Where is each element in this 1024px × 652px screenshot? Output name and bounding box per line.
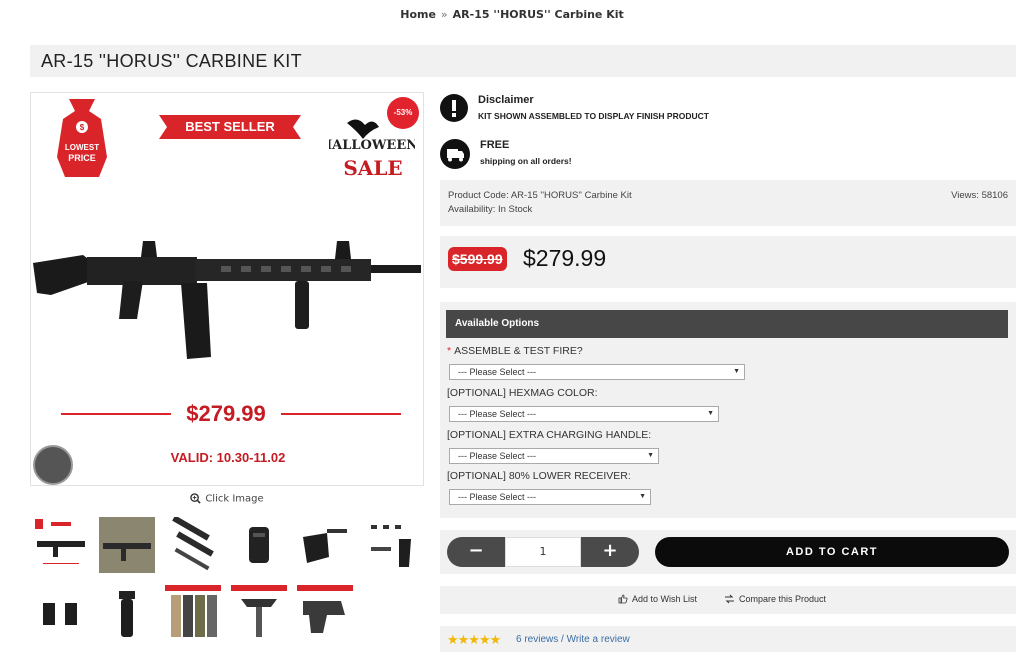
compare-arrows-icon bbox=[725, 594, 734, 604]
select-value: --- Please Select --- bbox=[458, 451, 537, 461]
views-count: Views: 58106 bbox=[951, 190, 1008, 201]
old-price: $599.99 bbox=[448, 247, 507, 271]
breadcrumb: Home » AR-15 ''HORUS'' Carbine Kit bbox=[0, 8, 1024, 21]
breadcrumb-home-link[interactable]: Home bbox=[400, 8, 436, 21]
breadcrumb-current[interactable]: AR-15 ''HORUS'' Carbine Kit bbox=[453, 8, 624, 21]
dropdown-arrow-icon: ▼ bbox=[639, 493, 646, 500]
thumbnail-vertical-grip-icon bbox=[119, 591, 135, 637]
disclaimer-text: KIT SHOWN ASSEMBLED TO DISPLAY FINISH PR… bbox=[478, 111, 709, 121]
option-label-text: [OPTIONAL] 80% LOWER RECEIVER: bbox=[447, 470, 631, 482]
thumbnail-rifle-camo-icon bbox=[99, 517, 155, 573]
rifle-image bbox=[33, 241, 421, 359]
product-title-bar: AR-15 ''HORUS'' CARBINE KIT bbox=[30, 45, 1016, 77]
thumbs-up-icon bbox=[618, 594, 628, 604]
reviews-separator: / bbox=[558, 634, 567, 645]
thumbnail-7[interactable] bbox=[30, 582, 92, 644]
thumbnail-rifle-promo-icon bbox=[35, 519, 85, 564]
select-value: --- Please Select --- bbox=[458, 492, 537, 502]
page-title: AR-15 ''HORUS'' CARBINE KIT bbox=[41, 51, 302, 71]
lowest-price-tag-icon: $ LOWEST PRICE bbox=[57, 99, 107, 177]
thumbnail-4[interactable] bbox=[228, 514, 290, 576]
price-label: PRICE bbox=[68, 153, 96, 163]
svg-text:$: $ bbox=[80, 123, 85, 132]
product-meta: Product Code: AR-15 ''HORUS'' Carbine Ki… bbox=[440, 180, 1016, 226]
thumbnail-2[interactable] bbox=[96, 514, 158, 576]
thumbnail-charging-handle-icon bbox=[231, 585, 287, 637]
write-review-link[interactable]: Write a review bbox=[567, 634, 630, 645]
thumbnail-lower-receiver-icon bbox=[297, 585, 353, 633]
disclaimer-block: Disclaimer KIT SHOWN ASSEMBLED TO DISPLA… bbox=[440, 94, 709, 122]
thumbnail-3[interactable] bbox=[162, 514, 224, 576]
product-code: Product Code: AR-15 ''HORUS'' Carbine Ki… bbox=[448, 190, 632, 201]
quantity-increase-button[interactable]: + bbox=[581, 537, 639, 567]
thumbnail-5[interactable] bbox=[294, 514, 356, 576]
free-shipping-block: FREE shipping on all orders! bbox=[440, 139, 572, 169]
option-label-hexmag: [OPTIONAL] HEXMAG COLOR: bbox=[447, 387, 598, 399]
assemble-select[interactable]: --- Please Select --- ▼ bbox=[449, 364, 745, 380]
best-seller-banner: BEST SELLER bbox=[159, 115, 301, 139]
quantity-decrease-button[interactable]: − bbox=[447, 537, 505, 567]
sale-label: SALE bbox=[343, 156, 402, 180]
quantity-input[interactable]: 1 bbox=[505, 537, 581, 567]
required-marker: * bbox=[447, 345, 452, 357]
reviews-links: 6 reviews / Write a review bbox=[516, 634, 630, 645]
add-to-wishlist-link[interactable]: Add to Wish List bbox=[618, 594, 697, 604]
select-value: --- Please Select --- bbox=[458, 409, 537, 419]
wishlist-label: Add to Wish List bbox=[632, 594, 698, 604]
option-label-text: [OPTIONAL] HEXMAG COLOR: bbox=[447, 387, 598, 399]
dropdown-arrow-icon: ▼ bbox=[733, 368, 740, 375]
options-header: Available Options bbox=[446, 310, 1008, 338]
charging-handle-select[interactable]: --- Please Select --- ▼ bbox=[449, 448, 659, 464]
wishlist-compare-bar: Add to Wish List Compare this Product bbox=[440, 586, 1016, 614]
free-shipping-text: shipping on all orders! bbox=[480, 156, 572, 166]
zoom-icon bbox=[190, 493, 201, 504]
reviews-count-link[interactable]: 6 reviews bbox=[516, 634, 558, 645]
click-image-label: Click Image bbox=[205, 493, 264, 505]
compare-product-link[interactable]: Compare this Product bbox=[724, 594, 826, 604]
truck-icon bbox=[440, 139, 470, 169]
rating-stars-icon: ★★★★★ bbox=[447, 632, 501, 647]
reviews-bar: ★★★★★ 6 reviews / Write a review bbox=[440, 626, 1016, 652]
select-value: --- Please Select --- bbox=[458, 367, 537, 377]
thumbnail-hexmag-icon bbox=[165, 585, 221, 637]
thumbnail-lower-parts-icon bbox=[371, 525, 411, 567]
thumbnail-1[interactable] bbox=[30, 514, 92, 576]
discount-badge: -53% bbox=[387, 97, 419, 129]
cart-controls: − 1 + ADD TO CART bbox=[440, 530, 1016, 574]
thumbnail-9[interactable] bbox=[162, 582, 224, 644]
add-to-cart-button[interactable]: ADD TO CART bbox=[655, 537, 1009, 567]
option-label-text: [OPTIONAL] EXTRA CHARGING HANDLE: bbox=[447, 429, 652, 441]
option-label-lower-receiver: [OPTIONAL] 80% LOWER RECEIVER: bbox=[447, 470, 631, 482]
breadcrumb-separator: » bbox=[440, 8, 448, 21]
thumbnail-flash-hider-icon bbox=[249, 527, 269, 563]
thumbnail-sights-icon bbox=[43, 603, 77, 625]
exclamation-icon bbox=[440, 94, 468, 122]
option-label-charging-handle: [OPTIONAL] EXTRA CHARGING HANDLE: bbox=[447, 429, 651, 441]
thumbnail-10[interactable] bbox=[228, 582, 290, 644]
thumbnail-6[interactable] bbox=[360, 514, 422, 576]
valid-dates: VALID: 10.30-11.02 bbox=[170, 450, 286, 465]
lowest-label: LOWEST bbox=[65, 143, 99, 152]
dropdown-arrow-icon: ▼ bbox=[647, 452, 654, 459]
hexmag-color-select[interactable]: --- Please Select --- ▼ bbox=[449, 406, 719, 422]
price-box: $599.99 $279.99 bbox=[440, 236, 1016, 288]
free-title: FREE bbox=[480, 139, 510, 151]
compare-label: Compare this Product bbox=[739, 594, 827, 604]
lower-receiver-select[interactable]: --- Please Select --- ▼ bbox=[449, 489, 651, 505]
main-product-image[interactable]: $ LOWEST PRICE BEST SELLER HALLOWEEN SAL… bbox=[30, 92, 424, 486]
disclaimer-title: Disclaimer bbox=[478, 94, 534, 106]
new-price: $279.99 bbox=[523, 245, 607, 271]
thumbnail-11[interactable] bbox=[294, 582, 356, 644]
thumbnail-8[interactable] bbox=[96, 582, 158, 644]
thumbnail-parts-icon bbox=[172, 517, 214, 571]
availability: Availability: In Stock bbox=[448, 204, 533, 215]
available-options: Available Options * ASSEMBLE & TEST FIRE?… bbox=[440, 302, 1016, 518]
image-price: $279.99 bbox=[171, 401, 281, 427]
dropdown-arrow-icon: ▼ bbox=[707, 410, 714, 417]
thumbnail-stock-icon bbox=[303, 529, 347, 563]
click-image-hint[interactable]: Click Image bbox=[30, 493, 424, 505]
option-label-assemble: * ASSEMBLE & TEST FIRE? bbox=[447, 345, 583, 357]
option-label-text: ASSEMBLE & TEST FIRE? bbox=[454, 345, 583, 357]
halloween-label: HALLOWEEN bbox=[329, 138, 415, 153]
